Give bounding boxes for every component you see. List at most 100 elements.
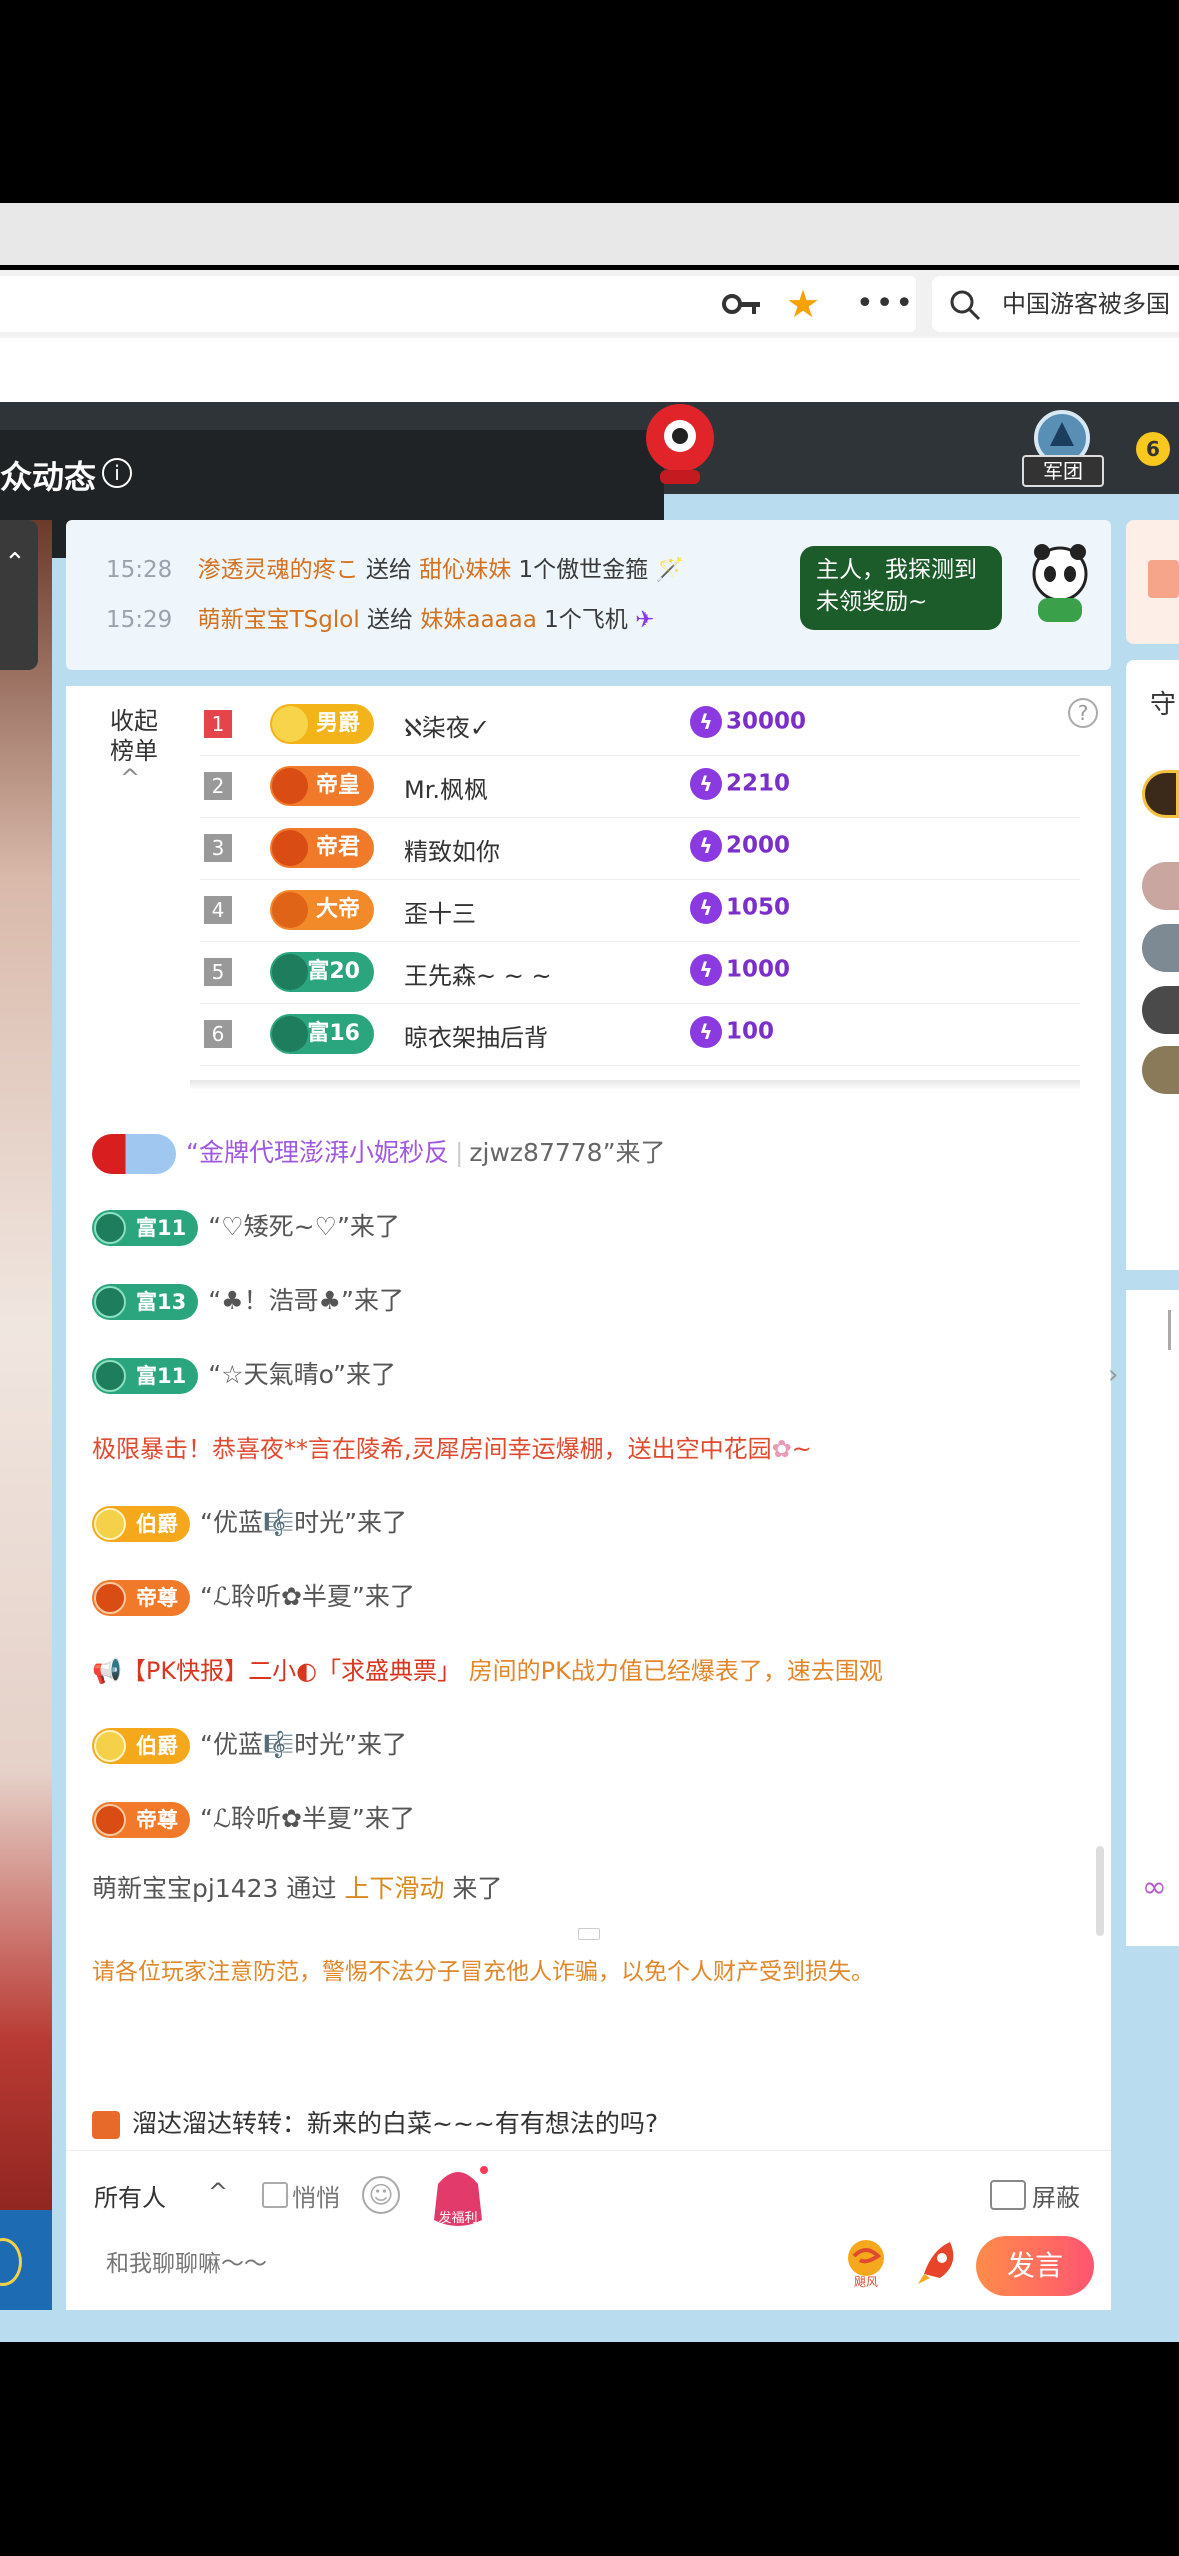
- page-topbar: [0, 338, 1179, 402]
- red-packet-icon[interactable]: 发福利: [424, 2160, 492, 2232]
- collapse-ranking-button[interactable]: 收起榜单: [104, 706, 164, 766]
- ranking-row[interactable]: 3 帝君 精致如你 ϟ 2000: [200, 818, 1080, 880]
- gift-verb: 送给: [365, 557, 412, 583]
- level-badge: 富11: [92, 1358, 199, 1394]
- mascot-icon[interactable]: [630, 400, 730, 490]
- gift-time: 15:29: [106, 607, 173, 633]
- flower-icon: ✿: [771, 1435, 792, 1463]
- screen: ★ ••• 中国游客被多国 众动态 i 军团 6 ⌃ 15:28 渗透灵魂的疼こ…: [0, 0, 1179, 2556]
- video-player[interactable]: [0, 520, 52, 2310]
- pk-message[interactable]: 📢【PK快报】二小◐「求盛典票」 房间的PK战力值已经爆表了，速去围观: [92, 1648, 883, 1694]
- link-icon[interactable]: ∞: [1142, 1870, 1167, 1905]
- broadcast-icon: [92, 2111, 120, 2139]
- ranking-row[interactable]: 6 富16 晾衣架抽后背 ϟ 100: [200, 1004, 1080, 1066]
- rank-username: 歪十三: [404, 900, 476, 928]
- whisper-label[interactable]: 悄悄: [292, 2178, 340, 2213]
- chat-text[interactable]: “优蓝🎼时光”来了: [200, 1508, 407, 1537]
- rank-number: 2: [204, 772, 232, 800]
- tip-line: 主人，我探测到: [816, 557, 977, 583]
- gift-item: 1个飞机: [544, 607, 628, 633]
- promo-icon[interactable]: [1148, 560, 1179, 598]
- guard-tab-label[interactable]: 守: [1150, 684, 1176, 721]
- chat-text[interactable]: “♡矮死~♡”来了: [208, 1212, 400, 1241]
- slide-action: 上下滑动: [344, 1874, 445, 1903]
- bolt-icon: ϟ: [690, 706, 722, 738]
- red-packet-label: 发福利: [438, 2210, 477, 2226]
- level-badge: 帝尊: [92, 1580, 190, 1616]
- broadcast-text: 溜达溜达转转：新来的白菜~~~有有想法的吗?: [132, 2109, 659, 2138]
- ranking-shadow: [190, 1080, 1080, 1090]
- block-icon[interactable]: [990, 2180, 1026, 2210]
- gift-sender[interactable]: 萌新宝宝TSglol: [198, 607, 360, 633]
- whisper-checkbox[interactable]: [262, 2182, 288, 2208]
- tip-line: 未领奖励~: [816, 589, 928, 615]
- legion-label[interactable]: 军团: [1022, 455, 1104, 487]
- bolt-icon: ϟ: [690, 768, 722, 800]
- pk-text: 房间的PK战力值已经爆表了，速去围观: [461, 1657, 883, 1685]
- block-button[interactable]: 屏蔽: [1032, 2178, 1080, 2213]
- coin-badge[interactable]: 6: [1136, 432, 1170, 466]
- chat-user-id: zjwz87778: [469, 1138, 603, 1167]
- gift-item: 1个傲世金箍: [518, 557, 649, 583]
- video-side-tab[interactable]: [0, 520, 38, 670]
- noble-badge: 帝君: [270, 828, 374, 868]
- chevron-up-icon[interactable]: ^: [208, 2178, 228, 2206]
- reward-tip-bubble[interactable]: 主人，我探测到 未领奖励~: [800, 546, 1002, 630]
- expand-handle[interactable]: [578, 1928, 600, 1940]
- chat-text: ”来了: [602, 1138, 666, 1167]
- ranking-row[interactable]: 2 帝皇 Mr.枫枫 ϟ 2210: [200, 756, 1080, 818]
- rank-username: 晾衣架抽后背: [404, 1024, 548, 1052]
- rank-score: ϟ 2210: [690, 768, 790, 800]
- emoji-icon[interactable]: ☺: [362, 2176, 400, 2214]
- gift-sender[interactable]: 渗透灵魂的疼こ: [198, 557, 359, 583]
- more-menu-icon[interactable]: •••: [856, 284, 915, 324]
- lucky-message: 极限暴击！恭喜夜**言在陵希,灵犀房间幸运爆棚，送出空中花园✿~: [92, 1426, 812, 1472]
- key-icon[interactable]: [722, 290, 762, 318]
- level-badge: 富13: [92, 1284, 199, 1320]
- chat-text[interactable]: “ℒ聆听✿半夏”来了: [200, 1582, 415, 1611]
- browser-tabstrip: [0, 203, 1179, 265]
- broadcast-message[interactable]: 溜达溜达转转：新来的白菜~~~有有想法的吗?: [92, 2104, 658, 2140]
- ranking-row[interactable]: 5 富20 王先森~ ~ ~ ϟ 1000: [200, 942, 1080, 1004]
- slide-message: 萌新宝宝pj1423 通过 上下滑动 来了: [92, 1866, 502, 1912]
- send-button[interactable]: 发言: [976, 2236, 1094, 2296]
- chat-text[interactable]: “☆天氣晴o”来了: [208, 1360, 396, 1389]
- lucky-text: 极限暴击！恭喜夜**言在陵希,灵犀房间幸运爆棚，送出空中花园: [92, 1435, 772, 1463]
- chat-username[interactable]: 金牌代理澎湃小妮秒反: [199, 1138, 449, 1167]
- gale-icon[interactable]: 飓风: [838, 2234, 894, 2290]
- gift-verb: 送给: [367, 607, 414, 633]
- gale-label: 飓风: [854, 2275, 878, 2289]
- bolt-icon: ϟ: [690, 892, 722, 924]
- pk-prefix: 【PK快报】二小◐「求盛典票」: [121, 1657, 462, 1685]
- noble-badge: 男爵: [270, 704, 374, 744]
- gift-receiver[interactable]: 妹妹aaaaa: [420, 607, 536, 633]
- chat-username[interactable]: 萌新宝宝pj1423: [92, 1874, 278, 1903]
- rank-number: 4: [204, 896, 232, 924]
- gift-row: 15:28 渗透灵魂的疼こ 送给 甜伈妹妹 1个傲世金箍 🪄: [106, 550, 684, 584]
- chevron-up-icon[interactable]: ⌃: [4, 548, 26, 578]
- rank-username: ℵ柒夜✓: [404, 714, 490, 742]
- info-icon[interactable]: i: [102, 458, 132, 488]
- ranking-row[interactable]: 4 大帝 歪十三 ϟ 1050: [200, 880, 1080, 942]
- panda-mascot-icon[interactable]: [1020, 540, 1100, 626]
- safety-warning: 请各位玩家注意防范，警惕不法分子冒充他人诈骗，以免个人财产受到损失。: [92, 1959, 874, 1985]
- recipient-select[interactable]: 所有人: [94, 2178, 166, 2213]
- chat-scrollbar[interactable]: [1096, 1846, 1104, 1936]
- right-panel-lower: [1126, 1290, 1179, 1946]
- chevron-right-icon[interactable]: ›: [1108, 1360, 1118, 1390]
- rocket-icon[interactable]: [910, 2234, 966, 2290]
- ranking-row[interactable]: 1 男爵 ℵ柒夜✓ ϟ 30000: [200, 694, 1080, 756]
- lucky-tail: ~: [791, 1435, 812, 1463]
- chat-text[interactable]: “ℒ聆听✿半夏”来了: [200, 1804, 415, 1833]
- level-badge: 伯爵: [92, 1728, 190, 1764]
- rank-score: ϟ 30000: [690, 706, 806, 738]
- favorite-star-icon[interactable]: ★: [786, 284, 820, 324]
- address-bar[interactable]: [0, 276, 916, 332]
- chat-text[interactable]: “♣！浩哥♣”来了: [208, 1286, 404, 1315]
- chat-text[interactable]: “优蓝🎼时光”来了: [200, 1730, 407, 1759]
- chevron-up-icon[interactable]: ^: [120, 764, 140, 792]
- gift-receiver[interactable]: 甜伈妹妹: [419, 557, 511, 583]
- search-query[interactable]: 中国游客被多国: [1002, 284, 1170, 324]
- page-bottom: [0, 2310, 1179, 2342]
- side-handle[interactable]: [1168, 1310, 1176, 1350]
